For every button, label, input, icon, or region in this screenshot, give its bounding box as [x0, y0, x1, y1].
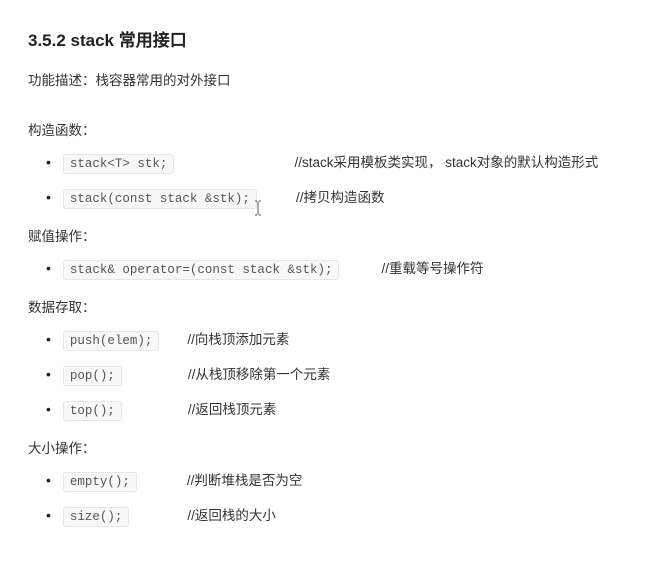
code-comment: //返回栈的大小 — [187, 504, 276, 524]
code-comment: //重载等号操作符 — [381, 257, 483, 277]
list-item: pop(); //从栈顶移除第一个元素 — [46, 363, 620, 386]
code-comment: //返回栈顶元素 — [188, 398, 277, 418]
code-comment: //stack采用模板类实现， stack对象的默认构造形式 — [294, 151, 598, 171]
code-comment: //从栈顶移除第一个元素 — [188, 363, 331, 383]
size-list: empty(); //判断堆栈是否为空 size(); //返回栈的大小 — [28, 469, 620, 527]
code-snippet: stack(const stack &stk); — [63, 189, 257, 209]
access-list: push(elem); //向栈顶添加元素 pop(); //从栈顶移除第一个元… — [28, 328, 620, 421]
code-snippet: push(elem); — [63, 331, 160, 351]
list-item: size(); //返回栈的大小 — [46, 504, 620, 527]
ctor-list: stack<T> stk; //stack采用模板类实现， stack对象的默认… — [28, 151, 620, 209]
access-label: 数据存取： — [28, 296, 620, 316]
code-snippet: pop(); — [63, 366, 122, 386]
section-heading: 3.5.2 stack 常用接口 — [28, 26, 620, 51]
list-item: stack& operator=(const stack &stk); //重载… — [46, 257, 620, 280]
assign-list: stack& operator=(const stack &stk); //重载… — [28, 257, 620, 280]
code-snippet: empty(); — [63, 472, 137, 492]
code-comment: //判断堆栈是否为空 — [187, 469, 303, 489]
section-description: 功能描述：栈容器常用的对外接口 — [28, 69, 620, 89]
code-snippet: size(); — [63, 507, 130, 527]
list-item: top(); //返回栈顶元素 — [46, 398, 620, 421]
assign-label: 赋值操作： — [28, 225, 620, 245]
list-item: stack<T> stk; //stack采用模板类实现， stack对象的默认… — [46, 151, 620, 174]
code-snippet: top(); — [63, 401, 122, 421]
code-snippet: stack& operator=(const stack &stk); — [63, 260, 340, 280]
size-label: 大小操作： — [28, 437, 620, 457]
code-comment: //拷贝构造函数 — [296, 186, 385, 206]
list-item: stack(const stack &stk); //拷贝构造函数 — [46, 186, 620, 209]
list-item: push(elem); //向栈顶添加元素 — [46, 328, 620, 351]
list-item: empty(); //判断堆栈是否为空 — [46, 469, 620, 492]
code-comment: //向栈顶添加元素 — [187, 328, 289, 348]
ctor-label: 构造函数： — [28, 119, 620, 139]
code-snippet: stack<T> stk; — [63, 154, 175, 174]
